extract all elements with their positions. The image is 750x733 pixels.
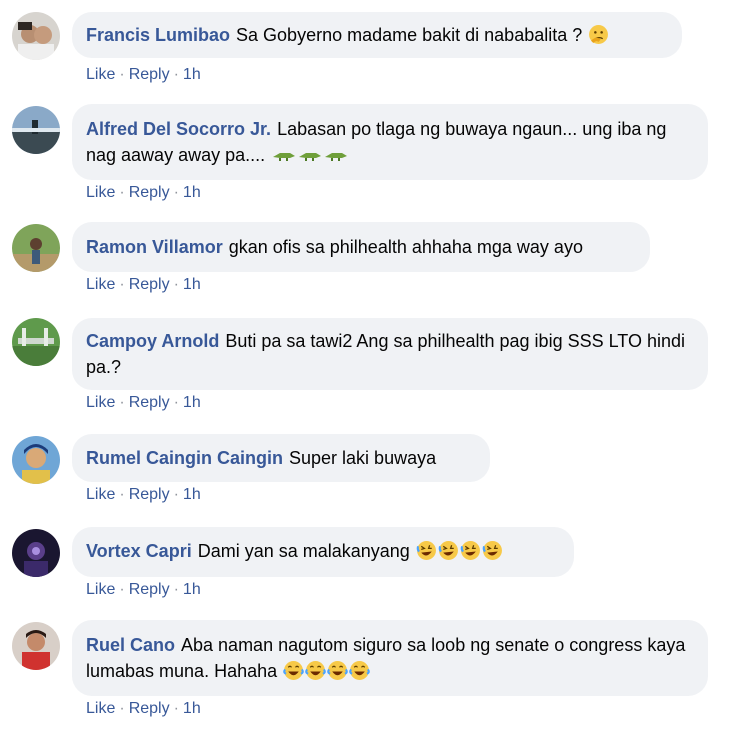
timestamp[interactable]: 1h xyxy=(183,276,201,293)
separator-dot: · xyxy=(173,581,179,598)
separator-dot: · xyxy=(119,486,125,503)
separator-dot: · xyxy=(173,66,179,83)
tears-of-joy-emoji-icon xyxy=(305,660,326,681)
separator-dot: · xyxy=(173,486,179,503)
tears-of-joy-emoji-icon xyxy=(327,660,348,681)
separator-dot: · xyxy=(119,66,125,83)
timestamp[interactable]: 1h xyxy=(183,581,201,598)
like-link[interactable]: Like xyxy=(86,276,115,293)
crocodile-emoji-icon xyxy=(272,148,296,162)
separator-dot: · xyxy=(119,700,125,717)
comment-bubble: Rumel Caingin Caingin Super laki buwaya xyxy=(72,434,490,482)
reply-link[interactable]: Reply xyxy=(129,394,170,411)
like-link[interactable]: Like xyxy=(86,66,115,83)
avatar[interactable] xyxy=(12,12,60,60)
comment-actions: Like · Reply · 1h xyxy=(86,700,201,718)
reply-link[interactable]: Reply xyxy=(129,581,170,598)
comment-actions: Like · Reply · 1h xyxy=(86,184,201,202)
rolling-laughing-emoji-icon xyxy=(438,540,459,561)
avatar[interactable] xyxy=(12,106,60,154)
comment-bubble: Vortex Capri Dami yan sa malakanyang xyxy=(72,527,574,577)
separator-dot: · xyxy=(173,700,179,717)
reply-link[interactable]: Reply xyxy=(129,66,170,83)
comment-bubble: Alfred Del Socorro Jr. Labasan po tlaga n… xyxy=(72,104,708,180)
separator-dot: · xyxy=(119,581,125,598)
like-link[interactable]: Like xyxy=(86,486,115,503)
comment-text: Super laki buwaya xyxy=(289,448,437,468)
comment-actions: Like · Reply · 1h xyxy=(86,394,201,412)
comment-text: Aba naman nagutom siguro sa loob ng sena… xyxy=(86,635,686,681)
comment-author[interactable]: Vortex Capri xyxy=(86,541,192,561)
reply-link[interactable]: Reply xyxy=(129,700,170,717)
timestamp[interactable]: 1h xyxy=(183,394,201,411)
comment-bubble: Ramon Villamor gkan ofis sa philhealth ah… xyxy=(72,222,650,272)
timestamp[interactable]: 1h xyxy=(183,66,201,83)
comment-author[interactable]: Francis Lumibao xyxy=(86,25,230,45)
rolling-laughing-emoji-icon xyxy=(482,540,503,561)
avatar[interactable] xyxy=(12,529,60,577)
comment-author[interactable]: Ramon Villamor xyxy=(86,237,223,257)
separator-dot: · xyxy=(173,394,179,411)
comment-actions: Like · Reply · 1h xyxy=(86,581,201,599)
like-link[interactable]: Like xyxy=(86,581,115,598)
rolling-laughing-emoji-icon xyxy=(416,540,437,561)
timestamp[interactable]: 1h xyxy=(183,700,201,717)
reply-link[interactable]: Reply xyxy=(129,486,170,503)
tears-of-joy-emoji-icon xyxy=(283,660,304,681)
comment-text: Sa Gobyerno madame bakit di nababalita ? xyxy=(236,25,583,45)
comment-text: gkan ofis sa philhealth ahhaha mga way a… xyxy=(228,237,583,257)
avatar[interactable] xyxy=(12,318,60,366)
avatar[interactable] xyxy=(12,436,60,484)
comment-author[interactable]: Rumel Caingin Caingin xyxy=(86,448,283,468)
comment-text: Dami yan sa malakanyang xyxy=(197,541,410,561)
like-link[interactable]: Like xyxy=(86,184,115,201)
comment-actions: Like · Reply · 1h xyxy=(86,276,201,294)
avatar[interactable] xyxy=(12,622,60,670)
like-link[interactable]: Like xyxy=(86,394,115,411)
separator-dot: · xyxy=(173,184,179,201)
comment-bubble: Campoy Arnold Buti pa sa tawi2 Ang sa phi… xyxy=(72,318,708,390)
timestamp[interactable]: 1h xyxy=(183,486,201,503)
comment-actions: Like · Reply · 1h xyxy=(86,66,201,84)
thinking-face-emoji-icon xyxy=(588,24,609,45)
comment-author[interactable]: Alfred Del Socorro Jr. xyxy=(86,119,271,139)
reply-link[interactable]: Reply xyxy=(129,184,170,201)
rolling-laughing-emoji-icon xyxy=(460,540,481,561)
comment-author[interactable]: Ruel Cano xyxy=(86,635,175,655)
separator-dot: · xyxy=(173,276,179,293)
crocodile-emoji-icon xyxy=(324,148,348,162)
separator-dot: · xyxy=(119,276,125,293)
comment-bubble: Francis Lumibao Sa Gobyerno madame bakit … xyxy=(72,12,682,58)
timestamp[interactable]: 1h xyxy=(183,184,201,201)
separator-dot: · xyxy=(119,184,125,201)
comment-bubble: Ruel Cano Aba naman nagutom siguro sa loo… xyxy=(72,620,708,696)
like-link[interactable]: Like xyxy=(86,700,115,717)
comment-actions: Like · Reply · 1h xyxy=(86,486,201,504)
reply-link[interactable]: Reply xyxy=(129,276,170,293)
tears-of-joy-emoji-icon xyxy=(349,660,370,681)
separator-dot: · xyxy=(119,394,125,411)
avatar[interactable] xyxy=(12,224,60,272)
comment-author[interactable]: Campoy Arnold xyxy=(86,331,219,351)
crocodile-emoji-icon xyxy=(298,148,322,162)
